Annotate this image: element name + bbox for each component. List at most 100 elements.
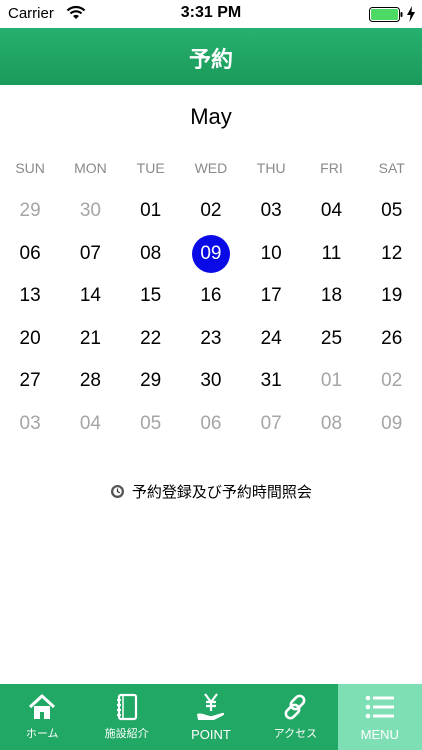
calendar-day[interactable]: 01	[121, 190, 181, 233]
calendar-day-number: 06	[19, 242, 41, 264]
calendar-day[interactable]: 08	[121, 233, 181, 276]
calendar-day-number: 02	[200, 200, 222, 222]
calendar-day[interactable]: 27	[0, 360, 60, 403]
calendar-day-number: 07	[79, 242, 101, 264]
calendar-day-number: 19	[381, 285, 403, 307]
weekday-header: SUN MON TUE WED THU FRI SAT	[0, 160, 422, 180]
calendar-day[interactable]: 20	[0, 318, 60, 361]
calendar-day[interactable]: 11	[301, 233, 361, 276]
calendar-day[interactable]: 10	[241, 233, 301, 276]
calendar-day-number: 08	[320, 412, 343, 434]
calendar-day-number: 05	[140, 412, 162, 434]
link-icon	[284, 694, 306, 720]
calendar-day[interactable]: 14	[60, 275, 120, 318]
status-bar: Carrier 3:31 PM	[0, 0, 422, 28]
calendar-day-number: 25	[320, 327, 343, 349]
calendar-day-number: 24	[260, 327, 282, 349]
calendar-day-number: 04	[79, 412, 101, 434]
calendar-day-number: 30	[200, 370, 222, 392]
calendar-day-number: 05	[381, 200, 403, 222]
calendar-day-number: 12	[381, 242, 403, 264]
weekday-label: FRI	[320, 160, 343, 176]
tab-point[interactable]: POINT	[169, 684, 253, 750]
calendar-day[interactable]: 13	[0, 275, 60, 318]
calendar-day[interactable]: 07	[60, 233, 120, 276]
calendar-day[interactable]: 28	[60, 360, 120, 403]
calendar-day[interactable]: 09	[362, 403, 422, 446]
calendar-day-number: 09	[381, 412, 403, 434]
calendar-day-number: 06	[200, 412, 222, 434]
calendar-day[interactable]: 03	[241, 190, 301, 233]
reservation-link[interactable]: 予約登録及び予約時間照会	[0, 481, 422, 502]
calendar-day[interactable]: 24	[241, 318, 301, 361]
calendar-day-number: 31	[260, 370, 282, 392]
calendar-day[interactable]: 17	[241, 275, 301, 318]
weekday-label: SUN	[15, 160, 45, 176]
calendar-day-number: 02	[381, 370, 403, 392]
calendar-day[interactable]: 18	[301, 275, 361, 318]
status-time: 3:31 PM	[180, 4, 242, 21]
tab-menu[interactable]: MENU	[337, 684, 422, 750]
calendar-day-number: 28	[79, 370, 101, 392]
calendar-day[interactable]: 02	[362, 360, 422, 403]
home-icon	[29, 694, 56, 719]
calendar-day[interactable]: 04	[60, 403, 120, 446]
calendar-day[interactable]: 02	[181, 190, 241, 233]
weekday-label: TUE	[136, 160, 165, 176]
calendar-day[interactable]: 29	[121, 360, 181, 403]
calendar-day-number: 27	[19, 370, 41, 392]
calendar-day[interactable]: 07	[241, 403, 301, 446]
calendar-day[interactable]: 30	[60, 190, 120, 233]
calendar-day-number: 10	[260, 242, 282, 264]
calendar-day-number: 29	[19, 200, 41, 222]
calendar-day[interactable]: 06	[181, 403, 241, 446]
calendar-day[interactable]: 16	[181, 275, 241, 318]
tab-facility[interactable]: 施設紹介	[84, 684, 168, 750]
calendar-day[interactable]: 22	[121, 318, 181, 361]
calendar-day-number: 09	[191, 234, 230, 273]
tab-label: MENU	[360, 727, 399, 742]
tab-label: ホーム	[25, 727, 59, 740]
tab-home[interactable]: ホーム	[0, 684, 84, 750]
weekday-label: THU	[256, 160, 286, 176]
weekday-label: MON	[74, 160, 107, 176]
calendar-day[interactable]: 26	[362, 318, 422, 361]
calendar-day-number: 01	[140, 200, 162, 222]
calendar-day[interactable]: 06	[0, 233, 60, 276]
calendar-day[interactable]: 15	[121, 275, 181, 318]
calendar-day[interactable]: 31	[241, 360, 301, 403]
calendar-day-number: 23	[200, 327, 222, 349]
calendar-day-number: 26	[381, 327, 403, 349]
notebook-icon	[116, 693, 137, 721]
weekday-label: WED	[194, 160, 228, 176]
tab-label: POINT	[191, 727, 231, 742]
calendar-day[interactable]: 08	[301, 403, 361, 446]
calendar-day-number: 03	[260, 200, 282, 222]
calendar-day-number: 11	[321, 242, 342, 264]
calendar-day-number: 29	[140, 370, 162, 392]
calendar-day-number: 14	[79, 285, 101, 307]
calendar-day[interactable]: 25	[301, 318, 361, 361]
calendar-day-number: 30	[79, 200, 101, 222]
calendar-day-number: 16	[200, 285, 222, 307]
calendar-day[interactable]: 05	[121, 403, 181, 446]
tab-access[interactable]: アクセス	[253, 684, 337, 750]
calendar-day[interactable]: 05	[362, 190, 422, 233]
calendar-day[interactable]: 21	[60, 318, 120, 361]
calendar-day-number: 01	[320, 370, 343, 392]
calendar-day[interactable]: 04	[301, 190, 361, 233]
calendar-day[interactable]: 29	[0, 190, 60, 233]
calendar-day-number: 13	[19, 285, 41, 307]
calendar-day-number: 20	[19, 327, 41, 349]
calendar-day[interactable]: 30	[181, 360, 241, 403]
calendar-day[interactable]: 12	[362, 233, 422, 276]
calendar-day-number: 15	[140, 285, 162, 307]
calendar-day-number: 07	[260, 412, 282, 434]
calendar-day-number: 08	[140, 242, 162, 264]
calendar-day[interactable]: 01	[301, 360, 361, 403]
calendar-day-selected[interactable]: 09	[181, 233, 241, 276]
month-title: May	[190, 104, 232, 129]
calendar-day[interactable]: 23	[181, 318, 241, 361]
calendar-day[interactable]: 19	[362, 275, 422, 318]
calendar-day[interactable]: 03	[0, 403, 60, 446]
